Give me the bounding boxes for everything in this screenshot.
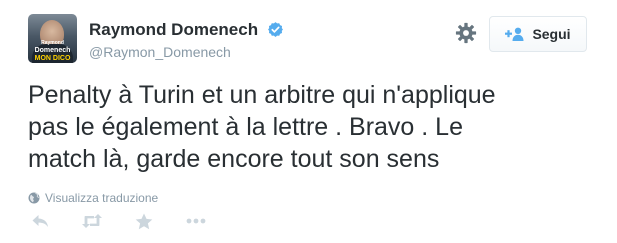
translate-link[interactable]: Visualizza traduzione xyxy=(28,191,158,205)
tweet-text-line: pas le également à la lettre . Bravo . L… xyxy=(28,113,463,141)
translate-label: Visualizza traduzione xyxy=(45,191,159,205)
retweet-icon[interactable] xyxy=(81,213,103,229)
tweet-text-line: match là, garde encore tout son sens xyxy=(28,145,440,173)
user-handle[interactable]: @Raymon_Domenech xyxy=(89,44,231,60)
more-icon[interactable] xyxy=(185,213,207,229)
follow-button-label: Segui xyxy=(532,26,571,42)
add-user-icon xyxy=(505,27,524,41)
tweet-text: Penalty à Turin et un arbitre qui n'appl… xyxy=(28,79,608,175)
tweet-text-line: Penalty à Turin et un arbitre qui n'appl… xyxy=(28,81,496,109)
reply-icon[interactable] xyxy=(31,213,50,229)
gear-icon[interactable] xyxy=(455,22,477,44)
avatar-text-line-3: MON DICO xyxy=(34,55,71,62)
star-icon[interactable] xyxy=(135,213,153,230)
avatar-text-line-2: Domenech xyxy=(34,47,71,54)
verified-badge-icon xyxy=(268,22,283,37)
avatar[interactable]: Raymond Domenech MON DICO xyxy=(28,14,77,63)
follow-button[interactable]: Segui xyxy=(489,16,587,52)
avatar-text-line-1: Raymond xyxy=(41,40,64,46)
globe-icon xyxy=(28,192,40,204)
display-name[interactable]: Raymond Domenech xyxy=(89,20,258,40)
